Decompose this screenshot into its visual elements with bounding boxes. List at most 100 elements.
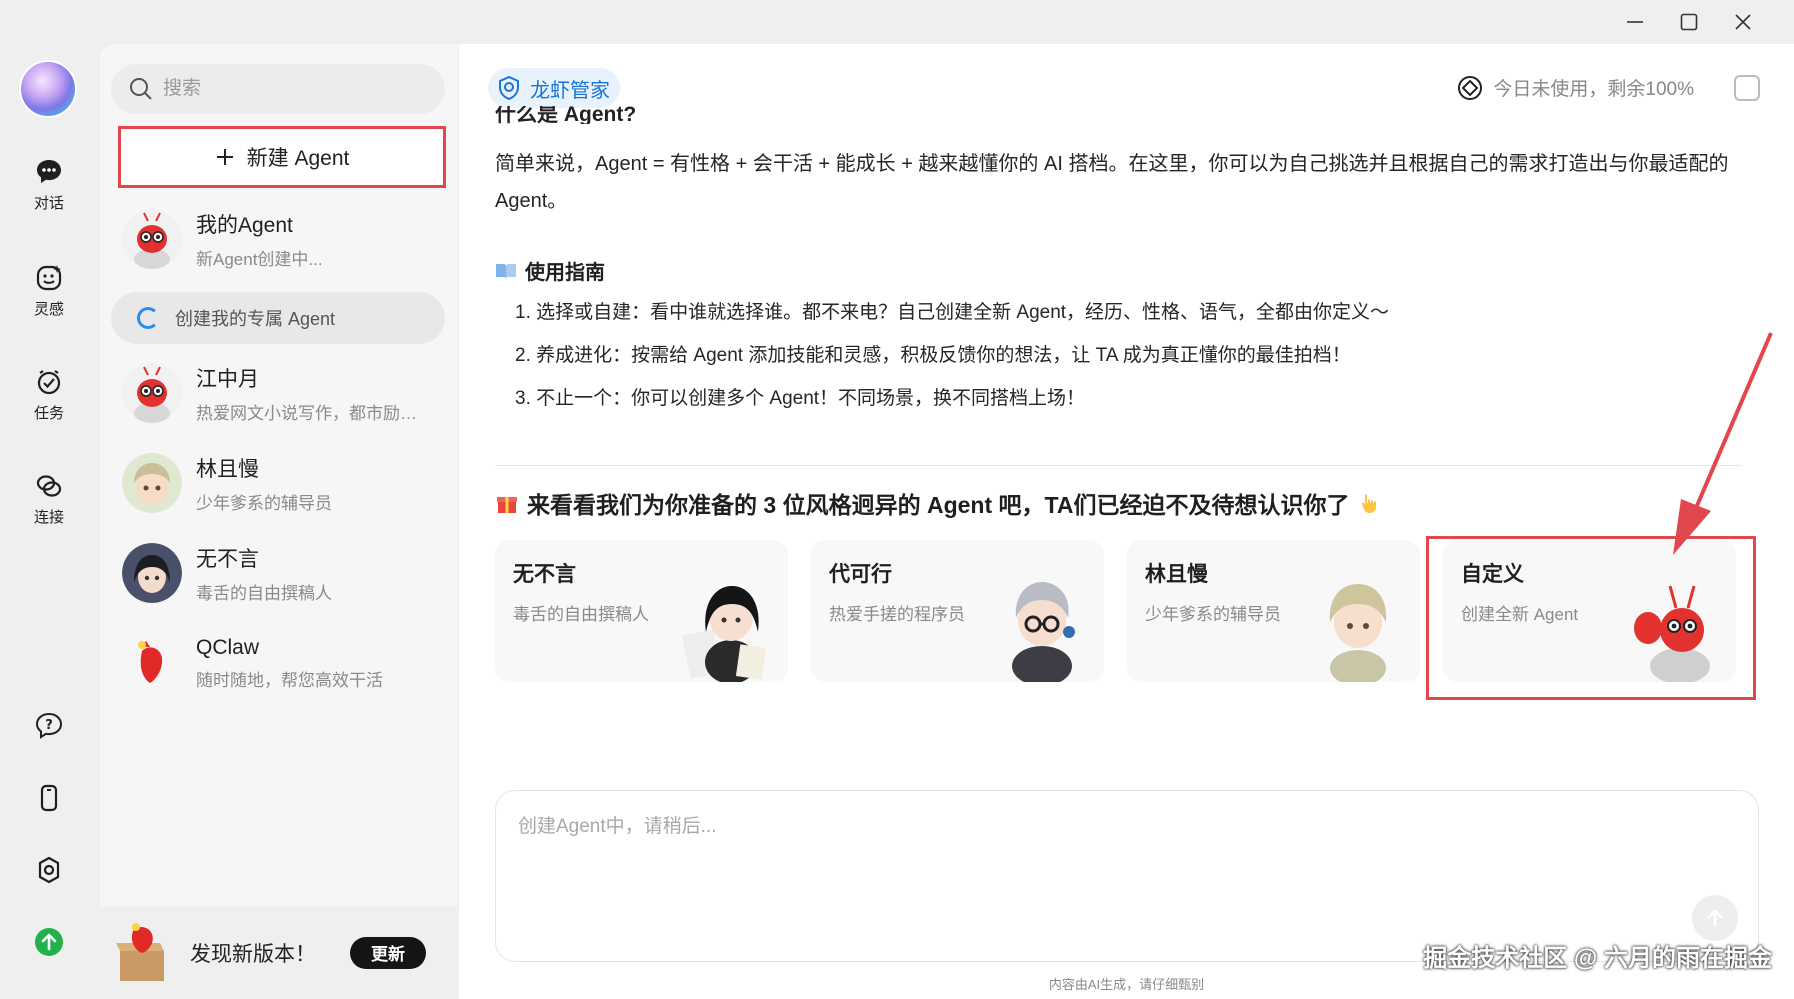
gift-icon	[497, 497, 517, 513]
rail-item-inspiration[interactable]: 灵感	[0, 262, 98, 319]
rail-item-tasks[interactable]: 任务	[0, 366, 98, 423]
rail-item-label: 对话	[33, 195, 64, 212]
pill-label: 龙虾管家	[530, 79, 610, 102]
message-composer[interactable]	[495, 790, 1759, 962]
agent-desc: 毒舌的自由撰稿人	[196, 583, 332, 603]
new-agent-label: 新建 Agent	[246, 147, 350, 170]
agent-list-item[interactable]: 林且慢 少年爹系的辅导员	[110, 444, 446, 522]
book-icon	[496, 263, 516, 279]
agent-list-item[interactable]: 江中月 热爱网文小说写作，都市励…	[110, 354, 446, 432]
rail-item-label: 连接	[33, 509, 64, 526]
annotation-arrow-icon	[1673, 332, 1773, 555]
main-panel: 龙虾管家 今日未使用，剩余100% 什么是 Agent? 简单来说，Agent …	[459, 44, 1794, 999]
intro-paragraph: 简单来说，Agent = 有性格 + 会干活 + 能成长 + 越来越懂你的 AI…	[495, 153, 1729, 212]
character-avatar	[122, 543, 182, 603]
rail-item-label: 灵感	[33, 301, 64, 318]
search-box[interactable]	[111, 64, 445, 114]
character-illustration	[1329, 584, 1387, 682]
agent-card[interactable]: 无不言 毒舌的自由撰稿人	[495, 540, 788, 682]
agent-name: QClaw	[196, 635, 260, 659]
agent-name: 我的Agent	[196, 213, 293, 237]
custom-card-highlight	[1426, 536, 1756, 700]
agent-sidebar: 新建 Agent 我的Agent 新Agent创建中... 创建我的专属 Age…	[100, 44, 458, 999]
agent-list-item[interactable]: 我的Agent 新Agent创建中...	[110, 200, 446, 278]
rail-item-connect[interactable]: 连接	[0, 470, 98, 527]
divider	[495, 465, 1741, 466]
section-title-cut: 什么是 Agent?	[495, 106, 637, 124]
svg-text:?: ?	[45, 718, 53, 733]
loading-spinner-icon	[137, 307, 159, 329]
agent-name: 无不言	[196, 547, 259, 571]
gift-box-icon	[116, 922, 164, 981]
guide-item: 3. 不止一个：你可以创建多个 Agent！不同场景，换不同搭档上场！	[515, 388, 1086, 409]
nav-rail: 对话 灵感 任务 连接 ?	[0, 44, 98, 999]
ai-disclaimer: 内容由AI生成，请仔细甄别	[1048, 977, 1205, 992]
maximize-button[interactable]	[1672, 8, 1706, 36]
search-input[interactable]	[163, 78, 423, 100]
quota-icon	[1458, 75, 1483, 100]
qclaw-avatar	[122, 633, 182, 693]
guide-item: 1. 选择或自建：看中谁就选择谁。都不来电？自己创建全新 Agent，经历、性格…	[515, 302, 1390, 323]
guide-item: 2. 养成进化：按需给 Agent 添加技能和灵感，积极反馈你的想法，让 TA …	[515, 345, 1351, 366]
creating-agent-item[interactable]: 创建我的专属 Agent	[111, 292, 445, 344]
agent-card[interactable]: 代可行 热爱手搓的程序员	[811, 540, 1104, 682]
toggle-panel-icon[interactable]	[1734, 75, 1760, 101]
agent-name: 林且慢	[196, 457, 259, 481]
help-button[interactable]: ?	[0, 710, 98, 742]
settings-button[interactable]	[0, 854, 98, 886]
character-avatar	[122, 453, 182, 513]
card-desc: 毒舌的自由撰稿人	[513, 605, 649, 624]
card-desc: 少年爹系的辅导员	[1145, 605, 1281, 624]
agent-list-item[interactable]: QClaw 随时随地，帮您高效干活	[110, 624, 446, 702]
card-desc: 热爱手搓的程序员	[829, 605, 965, 624]
watermark: 掘金技术社区 @ 六月的雨在掘金	[1423, 945, 1772, 972]
rail-item-label: 任务	[33, 405, 64, 422]
message-input[interactable]	[518, 811, 1736, 941]
agent-desc: 新Agent创建中...	[196, 249, 323, 269]
new-agent-button[interactable]: 新建 Agent	[118, 126, 446, 188]
pointing-hand-icon	[1362, 494, 1377, 513]
guide-title: 使用指南	[495, 256, 605, 285]
agent-name: 江中月	[196, 367, 259, 391]
agent-desc: 热爱网文小说写作，都市励…	[196, 403, 417, 423]
shield-icon	[499, 75, 519, 101]
lobster-avatar	[122, 209, 182, 269]
cards-title: 来看看我们为你准备的 3 位风格迥异的 Agent 吧，TA们已经迫不及待想认识…	[495, 486, 1381, 520]
agent-card[interactable]: 林且慢 少年爹系的辅导员	[1127, 540, 1420, 682]
upgrade-button[interactable]	[0, 926, 98, 958]
agent-list-item[interactable]: 无不言 毒舌的自由撰稿人	[110, 534, 446, 612]
inspiration-icon	[33, 262, 65, 294]
agent-desc: 随时随地，帮您高效干活	[196, 670, 383, 690]
mobile-button[interactable]	[0, 782, 98, 814]
title-bar	[0, 0, 1794, 44]
upgrade-icon	[33, 926, 65, 958]
lobster-avatar	[122, 363, 182, 423]
close-button[interactable]	[1726, 8, 1760, 36]
guide-list: 1. 选择或自建：看中谁就选择谁。都不来电？自己创建全新 Agent，经历、性格…	[515, 296, 1389, 425]
send-button[interactable]	[1692, 895, 1738, 941]
plus-icon	[216, 149, 233, 165]
phone-icon	[33, 782, 65, 814]
maximize-icon	[1680, 13, 1698, 31]
rail-item-chat[interactable]: 对话	[0, 156, 98, 213]
update-banner: 发现新版本！ 更新	[100, 906, 458, 999]
search-icon	[130, 78, 152, 100]
agent-desc: 少年爹系的辅导员	[196, 493, 332, 513]
settings-icon	[33, 854, 65, 886]
user-avatar[interactable]	[19, 60, 77, 118]
usage-text: 今日未使用，剩余100%	[1493, 79, 1694, 100]
agent-pill[interactable]: 龙虾管家	[488, 68, 620, 108]
task-icon	[33, 366, 65, 398]
help-icon: ?	[33, 710, 65, 742]
usage-indicator[interactable]: 今日未使用，剩余100%	[1457, 74, 1694, 101]
minimize-button[interactable]	[1618, 8, 1652, 36]
character-illustration	[681, 586, 767, 682]
arrow-up-icon	[1707, 909, 1723, 927]
close-icon	[1735, 14, 1751, 30]
update-message: 发现新版本！	[190, 942, 316, 966]
creating-label: 创建我的专属 Agent	[175, 309, 336, 329]
character-illustration	[1012, 582, 1075, 682]
chat-icon	[33, 156, 65, 188]
update-button[interactable]: 更新	[350, 936, 426, 969]
link-icon	[33, 470, 65, 502]
